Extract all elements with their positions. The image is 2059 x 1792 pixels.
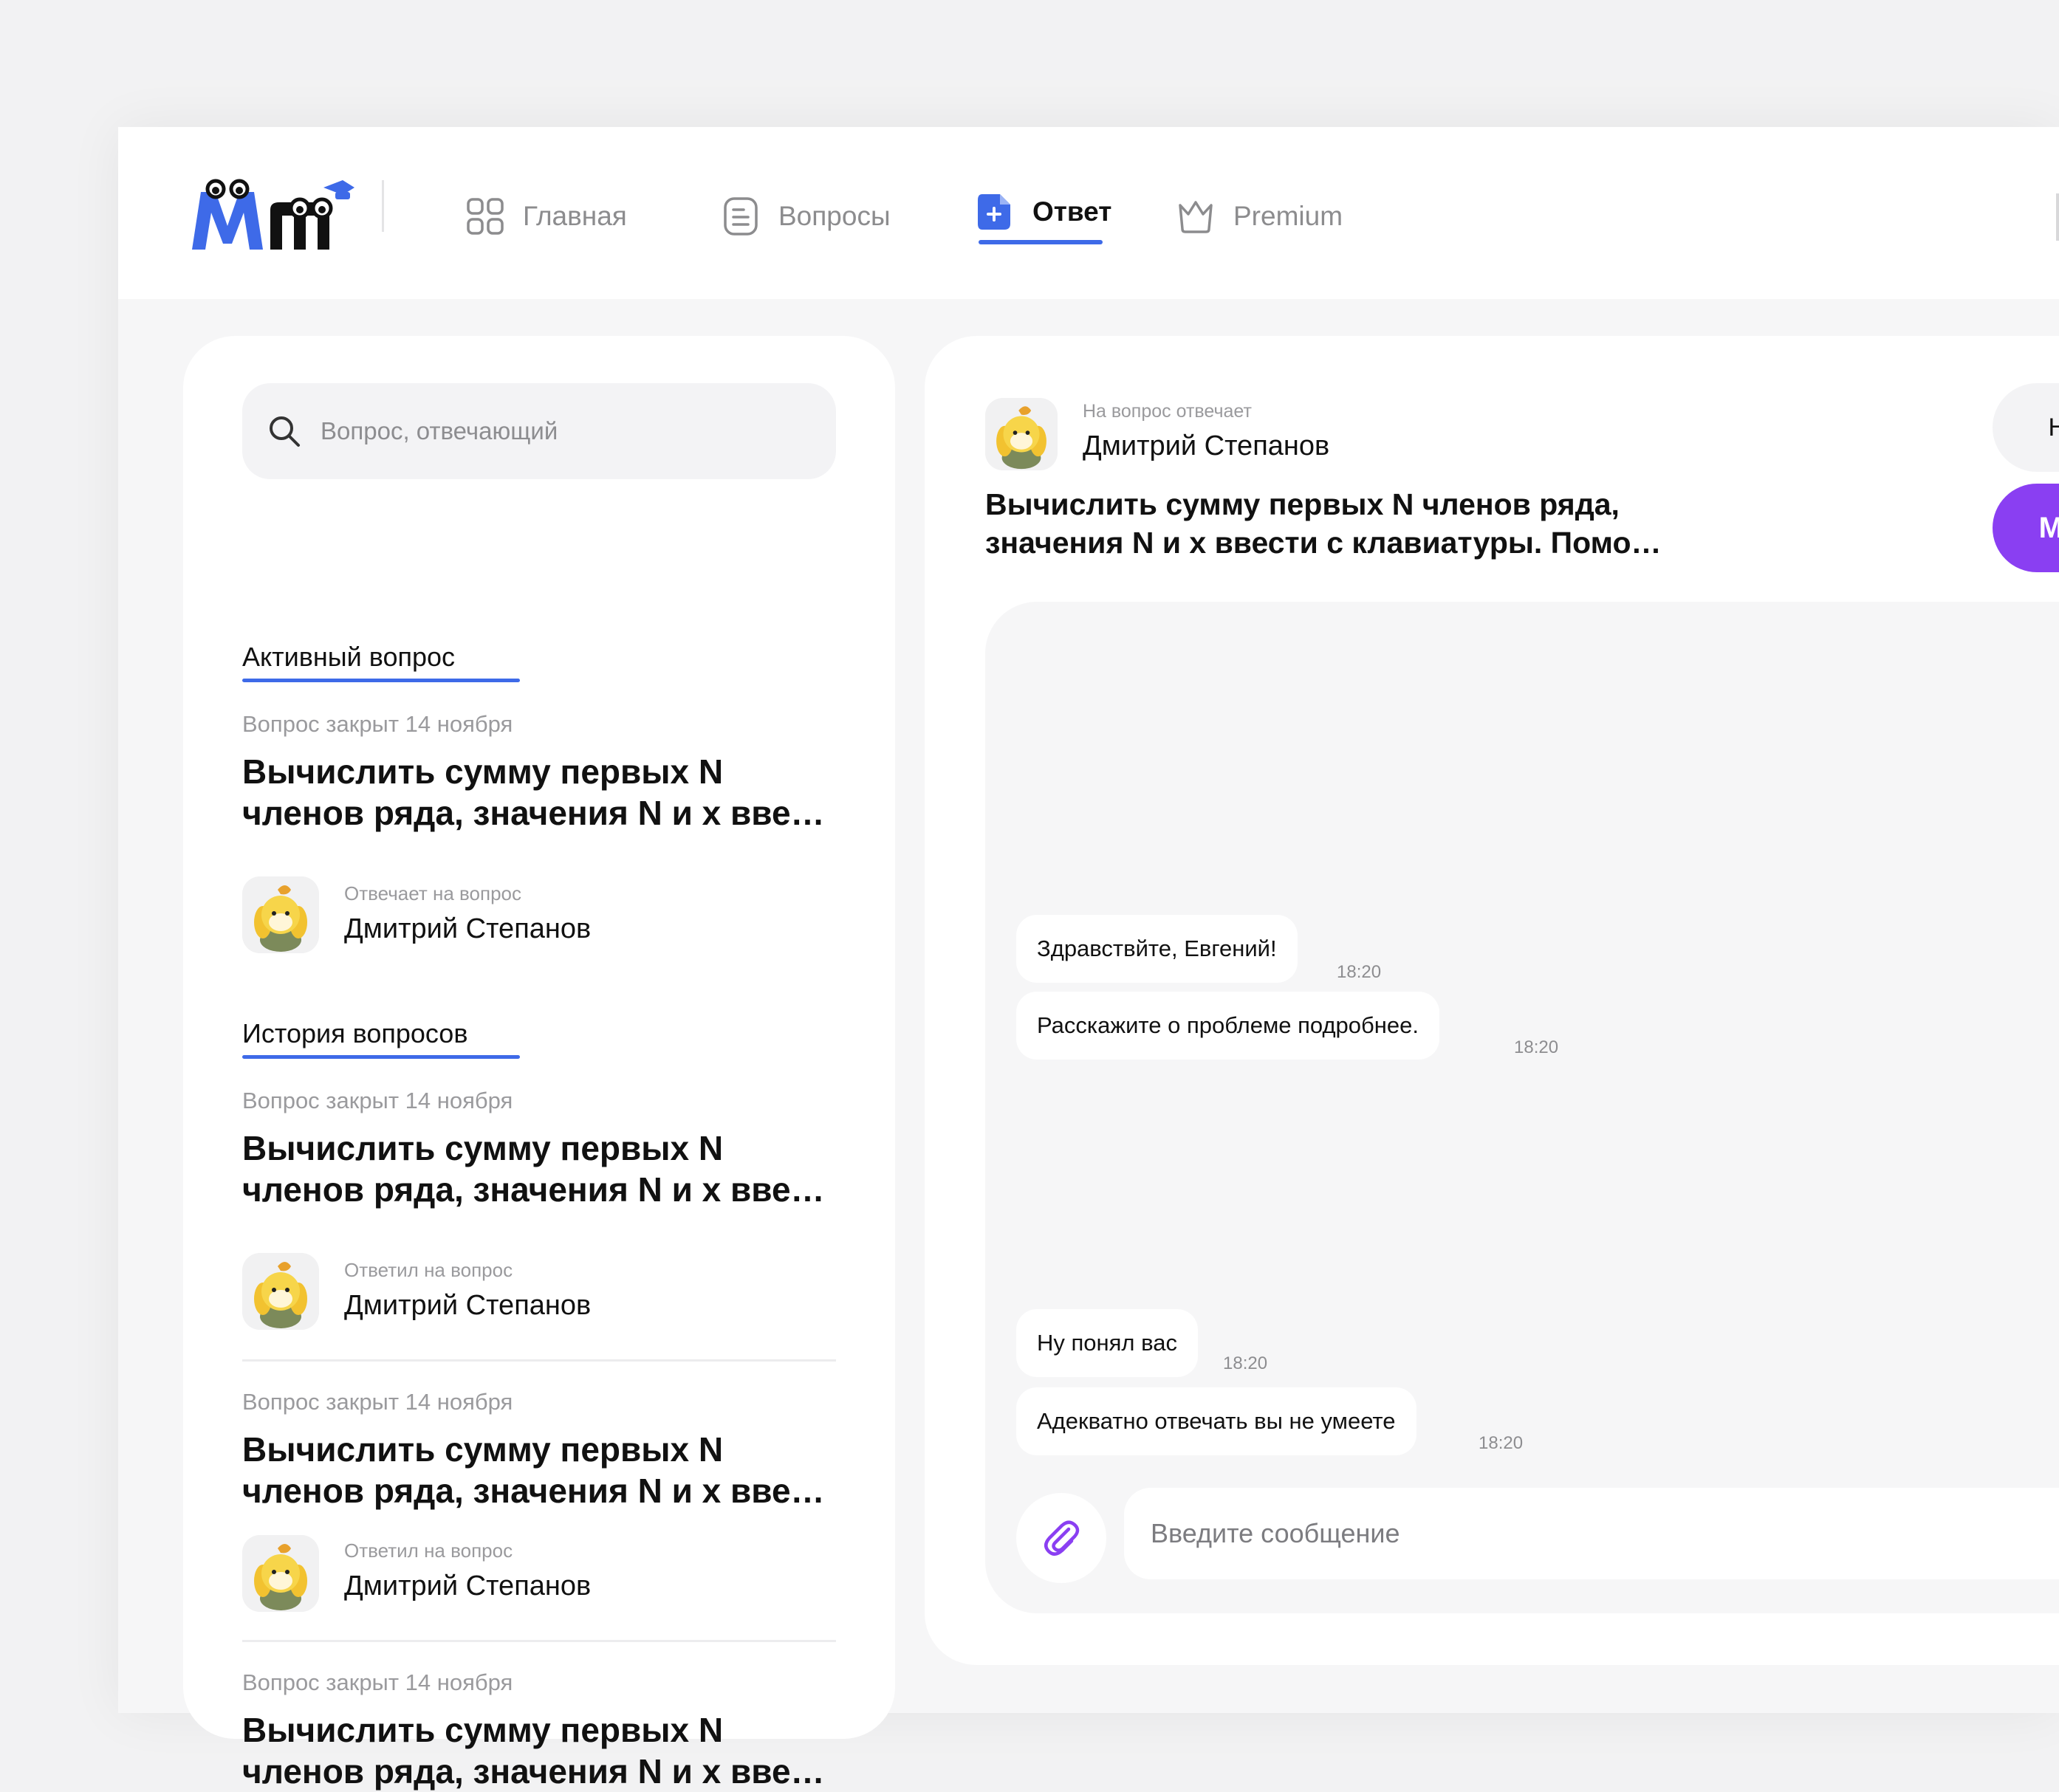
avatar	[242, 1253, 319, 1330]
search-bar[interactable]	[242, 383, 836, 479]
attach-button[interactable]	[1016, 1493, 1106, 1583]
message-input[interactable]	[1149, 1517, 1964, 1550]
question-date: Вопрос закрыт 14 ноября	[242, 1088, 513, 1113]
question-date: Вопрос закрыт 14 ноября	[242, 711, 513, 737]
search-input[interactable]	[319, 416, 809, 446]
message-text: Адекватно отвечать вы не умеете	[1037, 1408, 1396, 1434]
document-plus-icon	[978, 194, 1010, 230]
message-time: 18:20	[1337, 962, 1382, 982]
question-date: Вопрос закрыт 14 ноября	[242, 1669, 513, 1695]
nav-questions-label: Вопросы	[778, 201, 891, 231]
nav-questions[interactable]: Вопросы	[721, 195, 891, 238]
chat-panel: На вопрос отвечает Дмитрий Степанов Вычи…	[925, 336, 2059, 1665]
avatar	[985, 398, 1058, 470]
right-primary-button[interactable]: М	[1993, 484, 2059, 572]
list-divider	[242, 1359, 836, 1362]
chat-answerer-name: Дмитрий Степанов	[1083, 430, 1330, 461]
history-heading-underline	[242, 1055, 520, 1059]
chat-answerer-label: На вопрос отвечает	[1083, 401, 1252, 422]
avatar	[242, 876, 319, 953]
nav-active-underline	[979, 240, 1103, 244]
question-text: Вычислить сумму первых N членов ряда, зн…	[242, 1711, 825, 1791]
logo-separator	[382, 180, 384, 232]
answer-status-label: Отвечает на вопрос	[344, 882, 522, 904]
list-divider	[242, 1640, 836, 1642]
right-pill-label: Н	[2048, 413, 2059, 442]
header-right-edge	[2056, 193, 2059, 241]
top-header: Главная Вопросы Ответ Premium	[118, 127, 2059, 299]
nav-home[interactable]: Главная	[465, 195, 627, 238]
question-text: Вычислить сумму первых N членов ряда, зн…	[242, 1129, 825, 1209]
right-action-pill[interactable]: Н	[1993, 383, 2059, 472]
message-bubble: Здравствйте, Евгений!	[1016, 915, 1298, 983]
app-frame: Главная Вопросы Ответ Premium Вопрос, от…	[118, 127, 2059, 1791]
chat-question-text: Вычислить сумму первых N членов ряда, зн…	[985, 487, 1662, 560]
nav-home-label: Главная	[523, 201, 627, 231]
search-icon	[270, 416, 300, 447]
message-text: Расскажите о проблеме подробнее.	[1037, 1012, 1419, 1038]
right-button-label: М	[2038, 511, 2059, 544]
nav-answer[interactable]: Ответ	[975, 190, 1111, 233]
message-text: Ну понял вас	[1037, 1330, 1177, 1356]
message-input-wrap[interactable]	[1124, 1488, 2059, 1579]
active-heading-underline	[242, 679, 520, 682]
active-question-heading: Активный вопрос	[242, 642, 456, 672]
question-text: Вычислить сумму первых N членов ряда, зн…	[242, 752, 825, 832]
message-bubble: Расскажите о проблеме подробнее.	[1016, 992, 1439, 1060]
message-bubble: Ну понял вас	[1016, 1309, 1198, 1377]
answer-status-label: Ответил на вопрос	[344, 1259, 513, 1281]
message-time: 18:20	[1514, 1037, 1559, 1057]
grid-icon	[467, 198, 504, 235]
answer-status-label: Ответил на вопрос	[344, 1539, 513, 1562]
questions-sidebar: Активный вопрос Вопрос закрыт 14 ноября …	[183, 336, 895, 1791]
crown-icon	[1179, 201, 1213, 233]
logo[interactable]	[191, 176, 354, 253]
question-date: Вопрос закрыт 14 ноября	[242, 1389, 513, 1415]
avatar	[242, 1535, 319, 1612]
document-list-icon	[724, 197, 758, 236]
message-text: Здравствйте, Евгений!	[1037, 936, 1277, 961]
message-time: 18:20	[1223, 1353, 1268, 1373]
nav-answer-label: Ответ	[1032, 196, 1112, 227]
answerer-name: Дмитрий Степанов	[344, 1570, 592, 1602]
chat-messages-area: Здравствйте, Евгений! 18:20 Расскажите о…	[985, 602, 2059, 1613]
question-text: Вычислить сумму первых N членов ряда, зн…	[242, 1430, 825, 1510]
nav-premium[interactable]: Premium	[1176, 195, 1343, 238]
message-bubble: Адекватно отвечать вы не умеете	[1016, 1387, 1416, 1455]
paperclip-icon	[1044, 1520, 1080, 1556]
answerer-name: Дмитрий Степанов	[344, 913, 592, 944]
nav-premium-label: Premium	[1233, 201, 1343, 231]
history-heading: История вопросов	[242, 1018, 468, 1048]
message-time: 18:20	[1479, 1433, 1524, 1453]
answerer-name: Дмитрий Степанов	[344, 1290, 592, 1321]
